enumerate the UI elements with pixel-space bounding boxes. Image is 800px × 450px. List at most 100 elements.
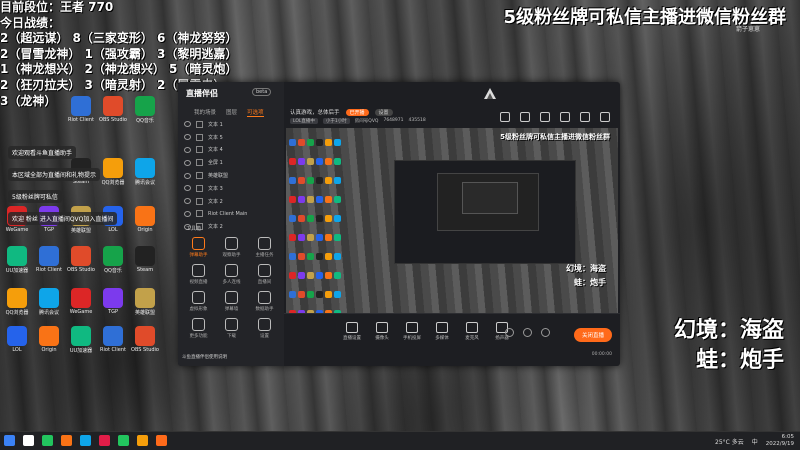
source-item[interactable]: 文本 2: [178, 195, 284, 208]
desktop-shortcut[interactable]: WeGame: [66, 288, 96, 315]
tool-button[interactable]: 多人连线: [215, 264, 248, 285]
bell-icon[interactable]: [560, 112, 570, 122]
menu-icon[interactable]: [540, 112, 550, 122]
taskbar-app-icon[interactable]: [61, 435, 72, 446]
bottom-button[interactable]: 麦克风: [460, 322, 484, 341]
desktop-shortcut[interactable]: TGP: [98, 288, 128, 315]
taskbar-app-icon[interactable]: [99, 435, 110, 446]
version-badge[interactable]: beta: [252, 88, 272, 96]
lock-icon[interactable]: [196, 146, 203, 154]
tab-sources[interactable]: 可选项: [247, 108, 264, 117]
tool-button[interactable]: 主播任务: [248, 237, 281, 258]
visibility-icon[interactable]: [184, 134, 191, 141]
source-item[interactable]: 全屏 1: [178, 156, 284, 169]
view-icon[interactable]: [523, 328, 532, 337]
tool-button[interactable]: 下载: [215, 318, 248, 339]
screen-icon[interactable]: [505, 328, 514, 337]
room-title[interactable]: 认真游戏，总体后手: [290, 108, 340, 116]
source-item[interactable]: 文本 5: [178, 131, 284, 144]
settings-icon[interactable]: [541, 328, 550, 337]
tab-layers[interactable]: 图层: [226, 108, 237, 117]
taskbar-app-icon[interactable]: [137, 435, 148, 446]
visibility-icon[interactable]: [184, 121, 191, 128]
desktop-shortcut[interactable]: Riot Client: [34, 246, 64, 273]
app-icon: [71, 288, 91, 308]
desktop-shortcut[interactable]: QQ浏览器: [98, 158, 128, 186]
minimize-icon[interactable]: [580, 112, 590, 122]
lock-icon[interactable]: [196, 133, 203, 141]
desktop-shortcut[interactable]: QQ浏览器: [2, 288, 32, 316]
usage-tip[interactable]: 斗鱼直播伴侣使用说明: [182, 354, 227, 360]
taskbar-app-icon[interactable]: [156, 435, 167, 446]
desktop-shortcut[interactable]: UU加速器: [2, 246, 32, 274]
desktop-shortcut[interactable]: Origin: [34, 326, 64, 353]
lock-icon[interactable]: [196, 172, 203, 180]
bottom-button[interactable]: 手机投屏: [400, 322, 424, 341]
streamer-avatar-icon[interactable]: [482, 86, 498, 100]
desktop-shortcut[interactable]: UU加速器: [66, 326, 96, 354]
lock-icon[interactable]: [196, 159, 203, 167]
room-settings-button[interactable]: 设置: [374, 108, 393, 116]
role-line-1: 幻境：海盗: [673, 318, 784, 343]
stream-preview[interactable]: 5级粉丝牌可私信主播进微信粉丝群 幻境：海盗 蛙：炮手: [286, 128, 618, 314]
visibility-icon[interactable]: [184, 172, 191, 179]
desktop-shortcut[interactable]: OBS Studio: [66, 246, 96, 273]
source-item[interactable]: 文本 4: [178, 144, 284, 157]
taskbar-app-icon[interactable]: [23, 435, 34, 446]
bottom-button[interactable]: 直播设置: [340, 322, 364, 341]
tool-icon: [225, 318, 238, 331]
taskbar-app-icon[interactable]: [42, 435, 53, 446]
tool-button[interactable]: 观察助手: [215, 237, 248, 258]
tool-button[interactable]: 视频直播: [182, 264, 215, 285]
visibility-icon[interactable]: [184, 198, 191, 205]
visibility-icon[interactable]: [184, 159, 191, 166]
lock-icon[interactable]: [196, 210, 203, 218]
live-assistant-window[interactable]: 直播伴侣 beta 我的场景 图层 可选项 文本 1 文本 5 文本 4 全屏 1 英雄…: [178, 82, 620, 366]
desktop-shortcut[interactable]: 腾讯会议: [34, 288, 64, 316]
taskbar-app-icon[interactable]: [4, 435, 15, 446]
tool-button[interactable]: 数据助手: [248, 291, 281, 312]
preview-icon: [289, 196, 296, 203]
tab-scenes[interactable]: 我的场景: [194, 108, 216, 117]
lock-icon[interactable]: [196, 197, 203, 205]
source-item[interactable]: 文本 1: [178, 118, 284, 131]
desktop-shortcut[interactable]: LOL: [2, 326, 32, 353]
lock-icon[interactable]: [196, 120, 203, 128]
desktop-shortcut[interactable]: Riot Client: [98, 326, 128, 353]
desktop-shortcut[interactable]: 英雄联盟: [130, 288, 160, 316]
desktop-shortcut[interactable]: Origin: [130, 206, 160, 233]
weather-widget[interactable]: 25°C 多云: [715, 437, 744, 446]
visibility-icon[interactable]: [184, 210, 191, 217]
desktop-shortcut[interactable]: Steam: [130, 246, 160, 273]
bottom-button[interactable]: 摄像头: [370, 322, 394, 341]
desktop-shortcut[interactable]: OBS Studio: [130, 326, 160, 353]
tool-button[interactable]: 设置: [248, 318, 281, 339]
source-item[interactable]: Riot Client Main: [178, 208, 284, 221]
go-live-button[interactable]: 关闭直播: [573, 328, 612, 342]
lock-icon[interactable]: [196, 184, 203, 192]
desktop-shortcut[interactable]: QQ音乐: [98, 246, 128, 274]
tool-button[interactable]: 更多功能: [182, 318, 215, 339]
gift-icon[interactable]: [500, 112, 510, 122]
bottom-button[interactable]: 多媒体: [430, 322, 454, 341]
user-icon[interactable]: [520, 112, 530, 122]
tool-button[interactable]: 虚拟形象: [182, 291, 215, 312]
app-icon: [71, 326, 91, 346]
desktop-shortcut[interactable]: 腾讯会议: [130, 158, 160, 186]
taskbar-app-icon[interactable]: [118, 435, 129, 446]
taskbar-app-icon[interactable]: [80, 435, 91, 446]
tool-icon: [192, 237, 205, 250]
source-item[interactable]: 文本 3: [178, 182, 284, 195]
input-language[interactable]: 中: [752, 437, 758, 446]
room-category[interactable]: LOL直播中: [290, 118, 318, 124]
tool-button[interactable]: 弹幕墙: [215, 291, 248, 312]
visibility-icon[interactable]: [184, 146, 191, 153]
shortcut-label: LOL: [108, 227, 118, 233]
source-item[interactable]: 英雄联盟: [178, 169, 284, 182]
clock[interactable]: 6:05 2022/9/19: [766, 434, 794, 448]
tool-button[interactable]: 弹幕助手: [182, 237, 215, 258]
tool-button[interactable]: 直播间: [248, 264, 281, 285]
preview-icon: [316, 253, 323, 260]
close-icon[interactable]: [600, 112, 610, 122]
visibility-icon[interactable]: [184, 185, 191, 192]
